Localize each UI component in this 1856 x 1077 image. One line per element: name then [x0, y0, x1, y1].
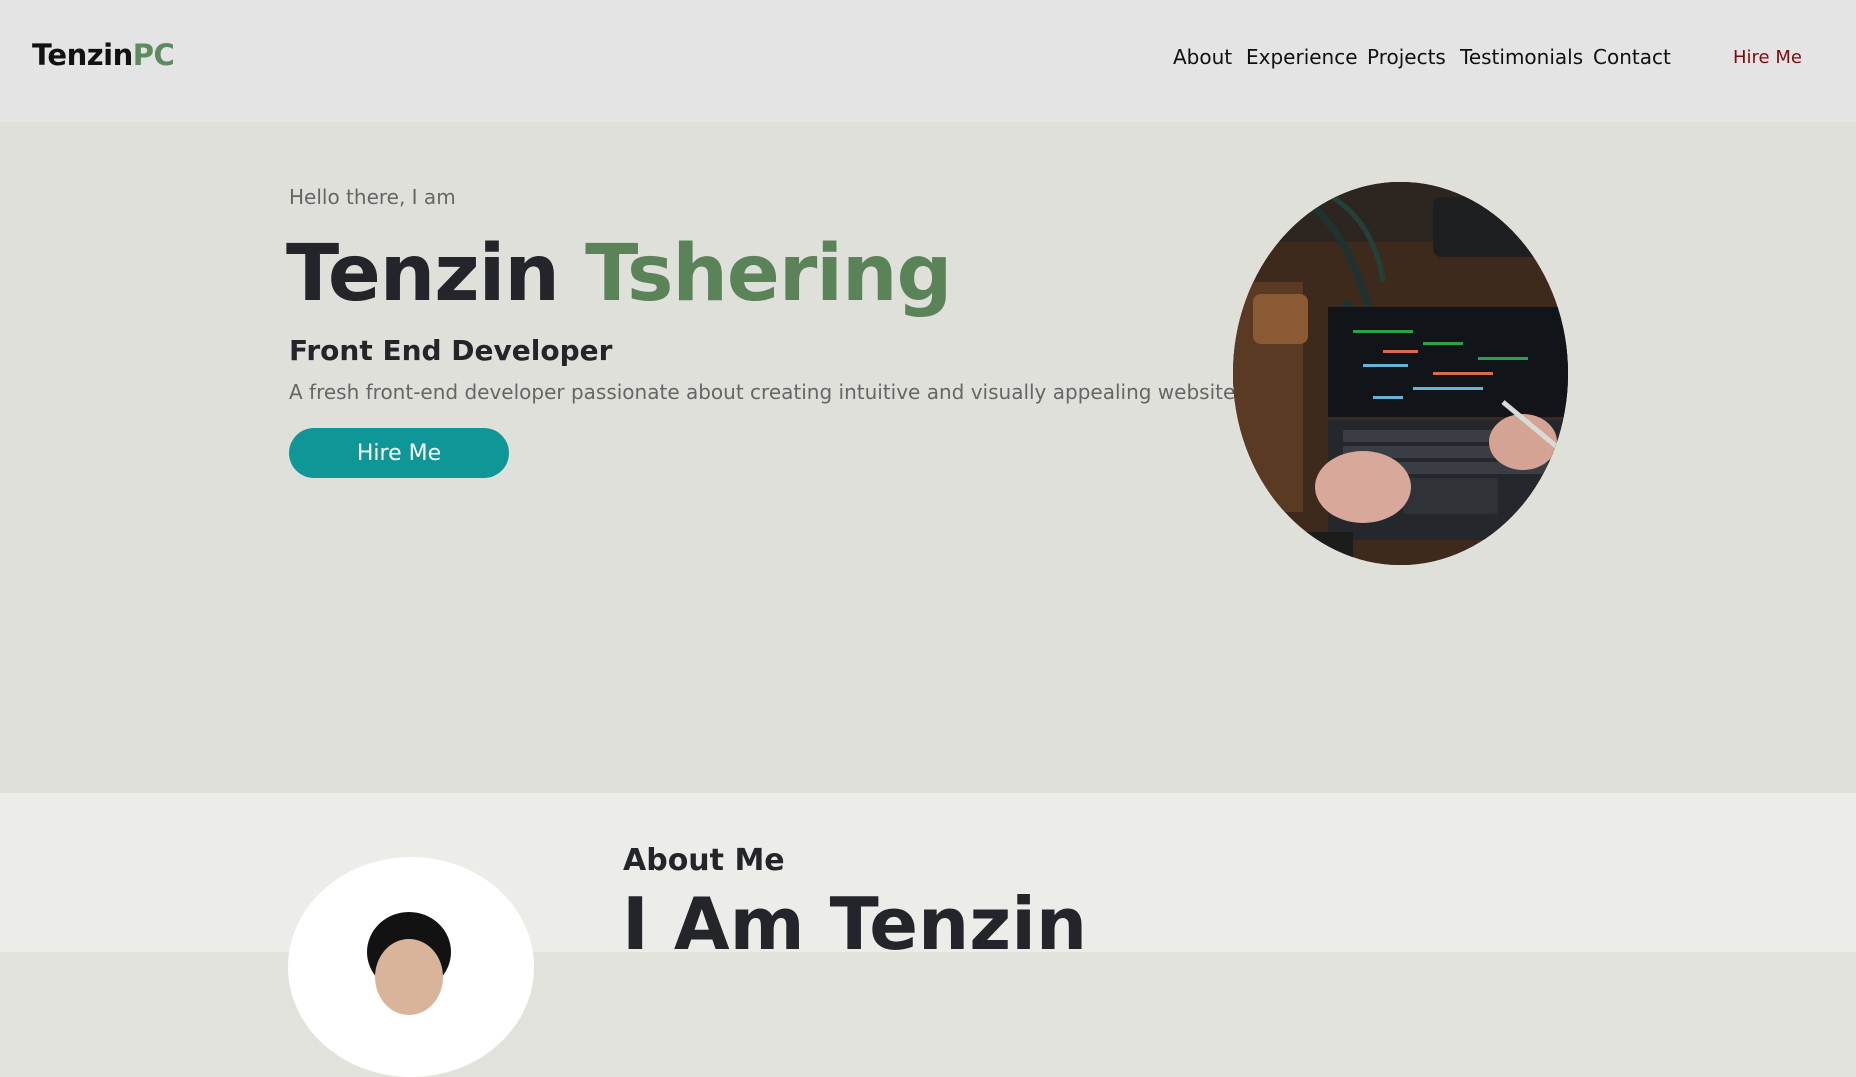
hero-tagline: A fresh front-end developer passionate a…: [289, 380, 1253, 404]
about-title: I Am Tenzin: [622, 882, 1088, 966]
nav-link-about[interactable]: About: [1173, 45, 1232, 69]
hero-name: Tenzin Tshering: [286, 229, 952, 319]
hero-role: Front End Developer: [289, 334, 613, 367]
about-subtitle: About Me: [623, 843, 785, 878]
about-avatar: [288, 857, 534, 1077]
navbar: TenzinPC About Experience Projects Testi…: [0, 0, 1856, 122]
about-section: About Me I Am Tenzin: [0, 793, 1856, 1077]
hero-laptop-image: [1233, 182, 1568, 565]
nav-hire-me-link[interactable]: Hire Me: [1733, 47, 1802, 68]
hero-name-last: Tshering: [585, 229, 952, 319]
hero-name-first: Tenzin: [286, 229, 560, 319]
hero-section: Hello there, I am Tenzin Tshering Front …: [0, 122, 1856, 793]
nav-link-testimonials[interactable]: Testimonials: [1460, 45, 1583, 69]
nav-link-contact[interactable]: Contact: [1593, 45, 1671, 69]
hero-greeting: Hello there, I am: [289, 185, 456, 209]
nav-link-projects[interactable]: Projects: [1367, 45, 1446, 69]
nav-link-experience[interactable]: Experience: [1246, 45, 1358, 69]
hero-hire-me-button[interactable]: Hire Me: [289, 428, 509, 478]
nav-links: About Experience Projects Testimonials C…: [0, 45, 1856, 75]
